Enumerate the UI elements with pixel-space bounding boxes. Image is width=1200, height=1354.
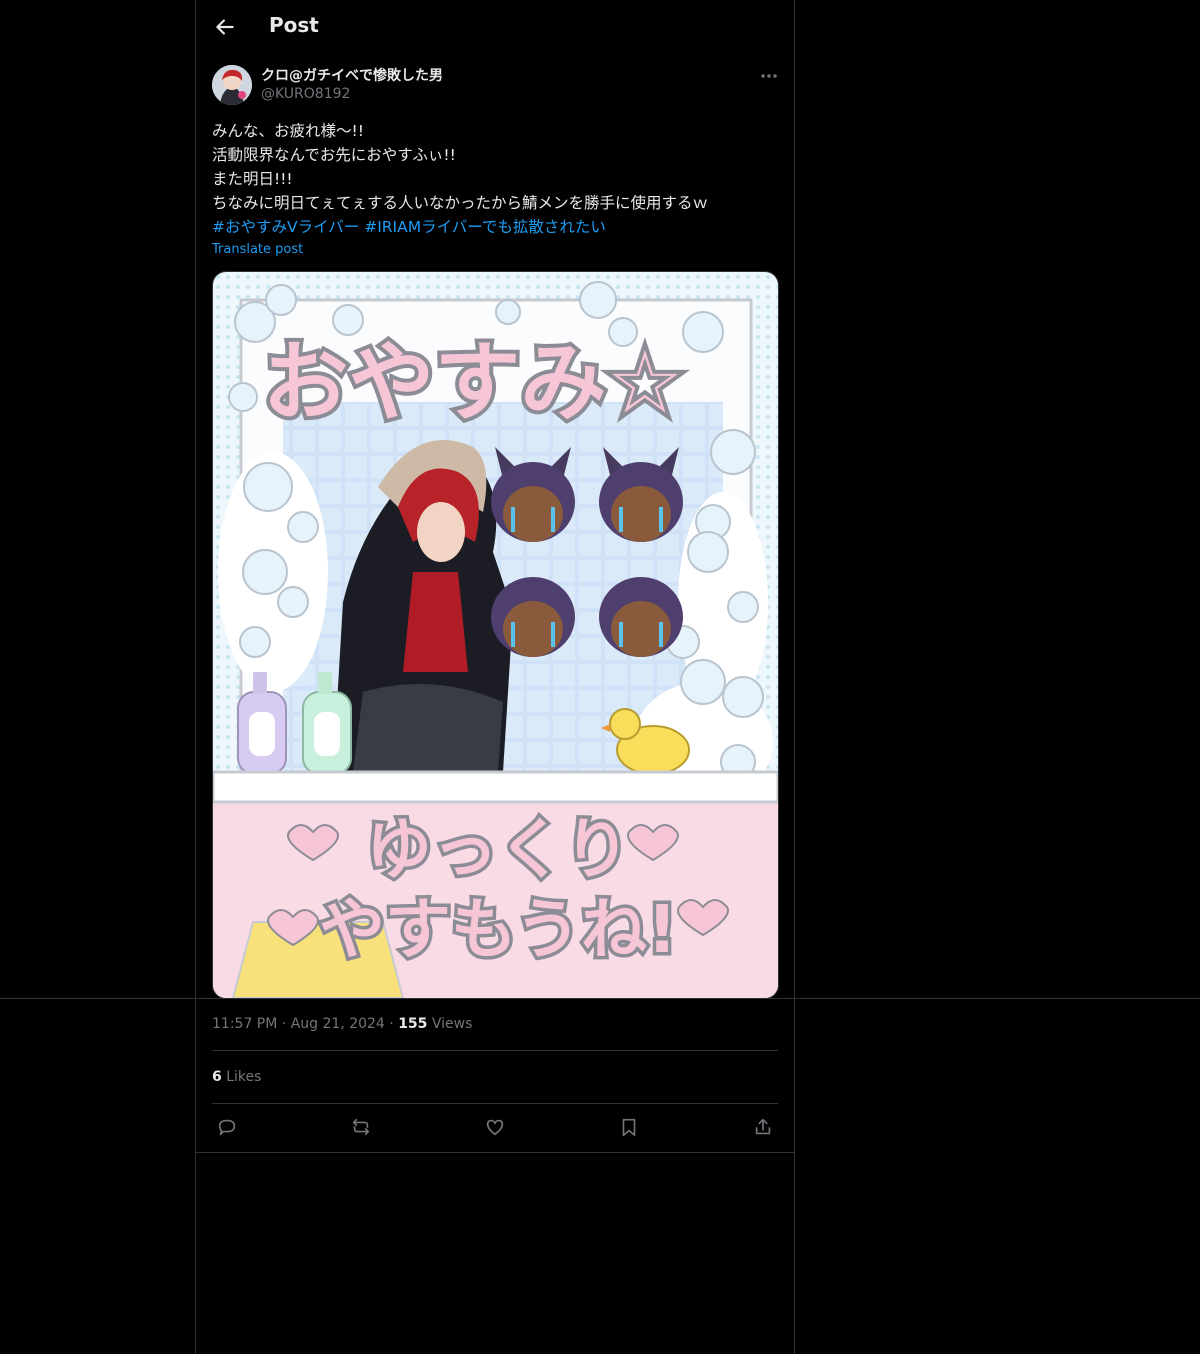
post-line: ちなみに明日てぇてぇする人いなかったから鯖メンを勝手に使用するｗ bbox=[212, 194, 709, 212]
post-date[interactable]: Aug 21, 2024 bbox=[291, 1016, 385, 1032]
bookmark-icon bbox=[622, 1118, 636, 1137]
like-button[interactable] bbox=[484, 1116, 508, 1140]
post-column: Post クロ@ガチイベで惨敗した男 @KURO8192 みんな、お疲れ様〜!!… bbox=[195, 0, 795, 1354]
goodnight-illustration: おやすみ☆ ゆっくり やすもうね! bbox=[213, 272, 778, 998]
post-line: 活動限界なんでお先におやすふぃ!! bbox=[212, 146, 456, 164]
avatar[interactable] bbox=[212, 65, 252, 105]
action-bar bbox=[212, 1113, 778, 1145]
image-bottom-line1: ゆっくり bbox=[366, 811, 630, 888]
more-options-button[interactable] bbox=[758, 68, 780, 84]
likes-divider bbox=[212, 1103, 778, 1104]
heart-icon bbox=[486, 1119, 504, 1136]
post-line: また明日!!! bbox=[212, 170, 293, 188]
more-dots-icon bbox=[761, 74, 777, 78]
post-text: みんな、お疲れ様〜!! 活動限界なんでお先におやすふぃ!! また明日!!! ちな… bbox=[212, 119, 777, 239]
hashtag-link[interactable]: #おやすみVライバー bbox=[212, 218, 359, 236]
image-top-text: おやすみ☆ bbox=[262, 333, 683, 433]
translate-post-link[interactable]: Translate post bbox=[212, 242, 303, 257]
likes-label: Likes bbox=[226, 1069, 262, 1085]
repost-icon bbox=[352, 1118, 370, 1136]
post-image[interactable]: おやすみ☆ ゆっくり やすもうね! bbox=[212, 271, 779, 999]
reply-button[interactable] bbox=[216, 1116, 240, 1140]
share-icon bbox=[755, 1118, 771, 1135]
reply-icon bbox=[218, 1119, 236, 1136]
post-meta: 11:57 PM · Aug 21, 2024 · 155 Views bbox=[212, 1016, 472, 1032]
dot-separator: · bbox=[281, 1016, 291, 1032]
meta-divider bbox=[212, 1050, 778, 1051]
bookmark-button[interactable] bbox=[618, 1116, 642, 1140]
post-line: みんな、お疲れ様〜!! bbox=[212, 122, 364, 140]
views-count: 155 bbox=[398, 1016, 428, 1032]
author-handle[interactable]: @KURO8192 bbox=[261, 86, 350, 102]
page-title: Post bbox=[269, 13, 319, 37]
arrow-left-icon bbox=[216, 19, 234, 35]
author-name[interactable]: クロ@ガチイベで惨敗した男 bbox=[261, 65, 443, 85]
share-button[interactable] bbox=[752, 1116, 776, 1140]
media-divider bbox=[0, 998, 1200, 999]
post-time[interactable]: 11:57 PM bbox=[212, 1016, 277, 1032]
actions-divider bbox=[196, 1152, 794, 1153]
dot-separator: · bbox=[389, 1016, 399, 1032]
hashtag-link[interactable]: #IRIAMライバーでも拡散されたい bbox=[364, 218, 606, 236]
hashtags: #おやすみVライバー #IRIAMライバーでも拡散されたい bbox=[212, 215, 777, 239]
likes-summary[interactable]: 6 Likes bbox=[212, 1069, 261, 1085]
views-label: Views bbox=[431, 1016, 473, 1032]
avatar-image bbox=[212, 65, 252, 105]
likes-count: 6 bbox=[212, 1069, 222, 1085]
repost-button[interactable] bbox=[350, 1116, 374, 1140]
image-bottom-line2: やすもうね! bbox=[319, 891, 677, 968]
back-button[interactable] bbox=[212, 14, 238, 40]
